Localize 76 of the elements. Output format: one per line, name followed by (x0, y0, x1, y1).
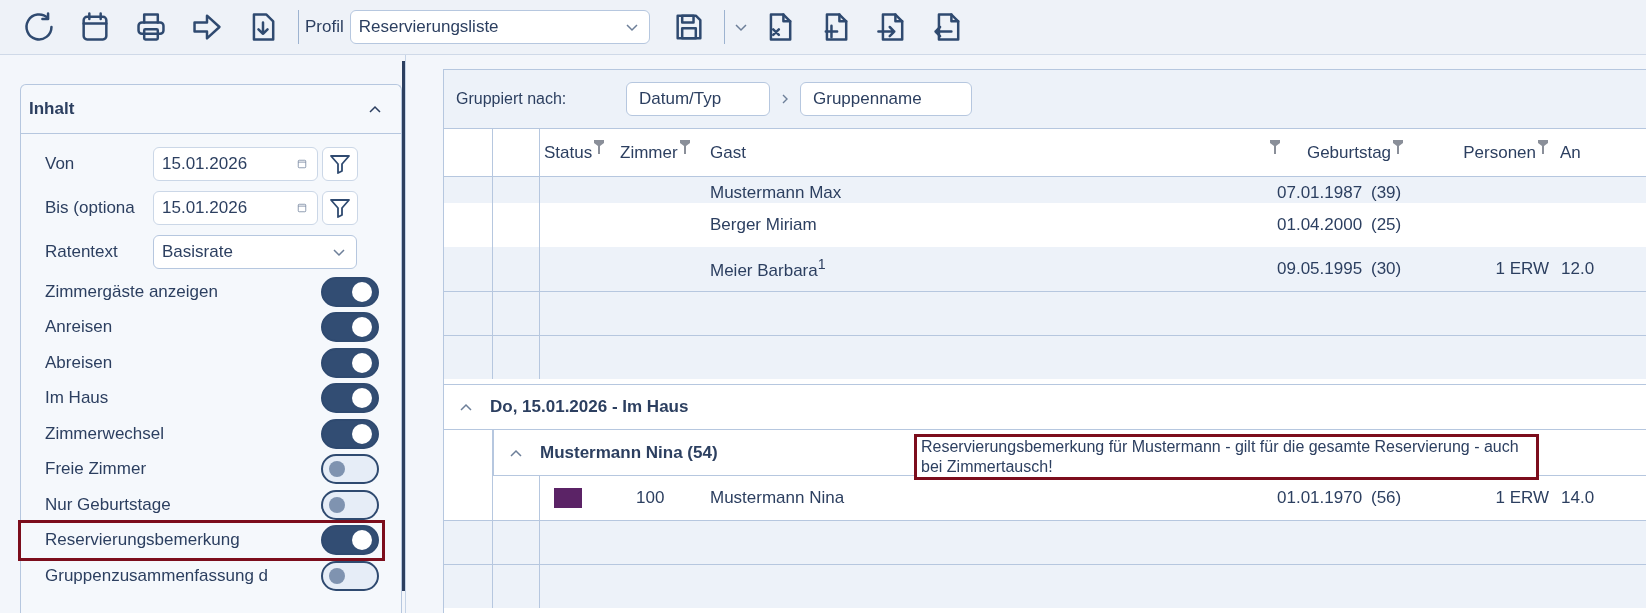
toggle-switch[interactable] (321, 418, 379, 449)
table-cell: 1 ERW (1495, 259, 1549, 278)
rate-select[interactable]: Basisrate (153, 235, 357, 269)
toggle-label: Zimmerwechsel (45, 423, 165, 444)
filter-icon[interactable] (1393, 139, 1404, 154)
chevron-right-icon (780, 93, 790, 105)
calendar-icon (295, 159, 309, 169)
toggle-label: Zimmergäste anzeigen (45, 281, 218, 302)
table-cell: Meier Barbara$^{1}$ (710, 261, 826, 281)
column-header[interactable]: Geburtstag (1306, 142, 1392, 163)
filter-icon[interactable] (594, 139, 605, 154)
group-chip[interactable]: Datum/Typ (626, 82, 770, 116)
group-label: Gruppiert nach: (456, 90, 568, 108)
toggle-label: Freie Zimmer (45, 459, 147, 480)
toggle-label: Im Haus (45, 388, 109, 409)
caret-icon (332, 247, 346, 257)
table-cell: 1 ERW (1495, 488, 1549, 507)
table-cell: (56) (1371, 488, 1402, 507)
table-cell: Berger Miriam (710, 215, 817, 234)
filter-icon (328, 196, 352, 220)
toggle-switch[interactable] (321, 454, 379, 485)
filter-icon[interactable] (1270, 139, 1280, 154)
toggle-label: Reservierungsbemerkung (45, 530, 240, 551)
table-cell: 14.0 (1561, 488, 1595, 507)
toggle-switch[interactable] (321, 312, 379, 343)
table-cell: 01.04.2000 (1277, 215, 1363, 234)
toggle-switch[interactable] (321, 489, 379, 520)
caret-icon (733, 22, 748, 32)
toggle-label: Gruppenzusammenfassung d (45, 565, 269, 586)
field-label: Von (45, 154, 76, 174)
filter-button[interactable] (322, 191, 358, 225)
toggle-switch[interactable] (321, 347, 379, 378)
remark-tooltip: Reservierungsbemerkung für Mustermann - gilt für die gesamte Reservierung - auch bei Zimmertausch! (914, 434, 1539, 480)
profile-select[interactable]: Reservierungsliste (349, 10, 650, 44)
table-cell: 01.01.1970 (1277, 488, 1363, 507)
table-cell: Mustermann Nina (710, 488, 845, 507)
date-field[interactable]: 15.01.2026 (153, 191, 318, 225)
toggle-switch[interactable] (321, 560, 379, 591)
panel-title: Inhalt (29, 99, 75, 119)
chevron-icon (509, 447, 523, 458)
table-cell: 12.0 (1561, 259, 1595, 278)
subgroup-title: Mustermann Nina (54) (540, 442, 718, 463)
column-header[interactable]: Gast (710, 142, 746, 163)
profile-label: Profil (305, 17, 344, 37)
caret-icon (624, 22, 639, 32)
column-header[interactable]: An (1560, 142, 1581, 163)
field-label: Ratentext (45, 242, 119, 262)
table-cell: 100 (636, 488, 665, 507)
table-cell: (30) (1371, 259, 1402, 278)
calendar-icon (295, 203, 309, 213)
refresh-icon (22, 10, 56, 44)
toggle-switch[interactable] (321, 525, 379, 556)
toggle-switch[interactable] (321, 383, 379, 414)
table-cell: (39) (1371, 183, 1402, 202)
column-header[interactable]: Personen (1463, 142, 1536, 163)
table-cell: 09.05.1995 (1277, 259, 1363, 278)
toggle-label: Abreisen (45, 352, 113, 373)
toggle-label: Anreisen (45, 317, 113, 338)
filter-icon[interactable] (1538, 139, 1548, 154)
chevron-icon (368, 104, 382, 114)
print-icon (134, 10, 168, 44)
date-field[interactable]: 15.01.2026 (153, 147, 318, 181)
filter-button[interactable] (322, 147, 358, 181)
group-title: Do, 15.01.2026 - Im Haus (490, 397, 689, 417)
table-cell: Mustermann Max (710, 183, 842, 202)
filter-icon (328, 152, 352, 176)
table-cell: 07.01.1987 (1277, 183, 1363, 202)
chevron-icon (459, 402, 473, 412)
toggle-switch[interactable] (321, 276, 379, 307)
table-cell: (25) (1371, 215, 1402, 234)
column-header[interactable]: Zimmer (620, 142, 678, 163)
toggle-label: Nur Geburtstage (45, 494, 171, 515)
field-label: Bis (optiona (45, 198, 136, 218)
column-header[interactable]: Status (544, 142, 593, 163)
group-chip[interactable]: Gruppenname (800, 82, 972, 116)
filter-icon[interactable] (679, 139, 690, 154)
